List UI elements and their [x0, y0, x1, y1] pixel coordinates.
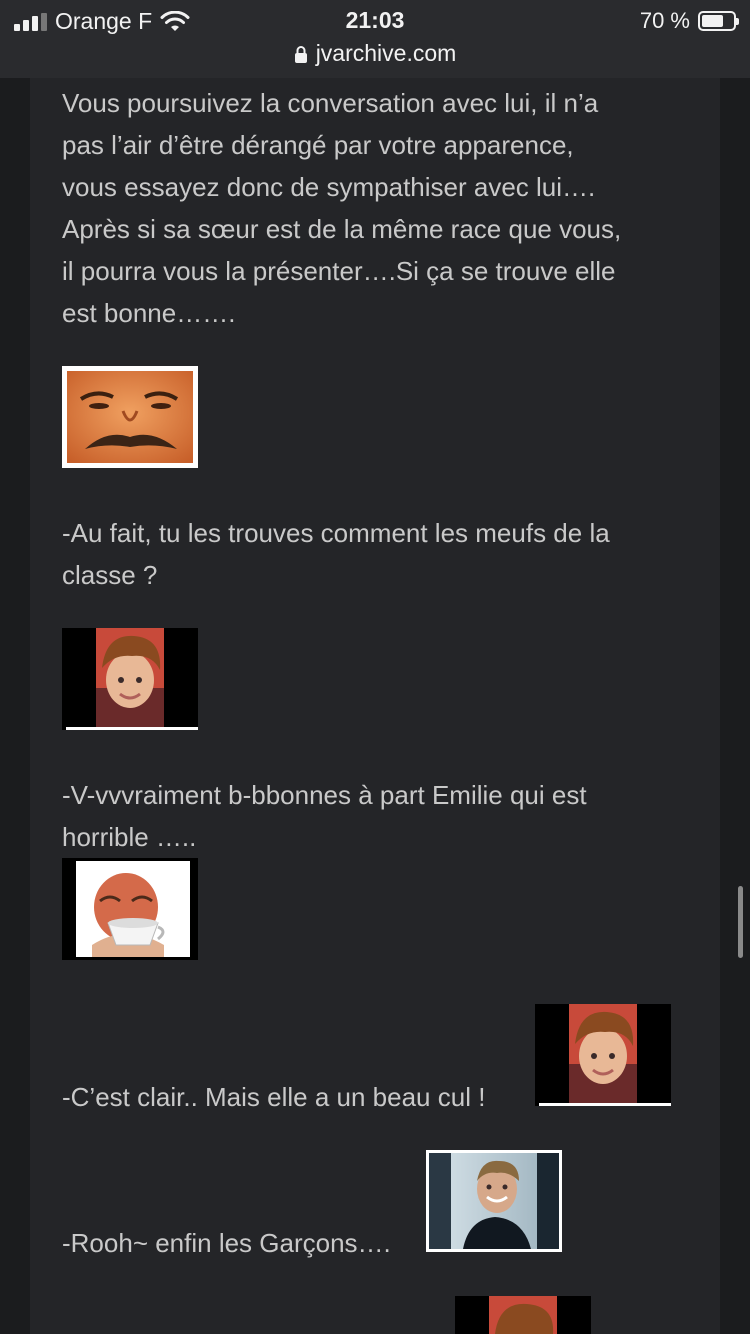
post-paragraph: Vous poursuivez la conversation avec lui…	[62, 82, 621, 334]
url-text: jvarchive.com	[315, 40, 457, 66]
dialogue-answer: -V-vvvraiment b-bbonnes à part Emilie qu…	[62, 774, 587, 858]
risitas-face-sticker[interactable]	[62, 366, 198, 468]
text-line: -Au fait, tu les trouves comment les meu…	[62, 518, 610, 548]
text-line: -C’est clair.. Mais elle a un beau cul !	[62, 1082, 486, 1112]
text-line: -Rooh~ enfin les Garçons….	[62, 1228, 391, 1258]
text-line: -V-vvvraiment b-bbonnes à part Emilie qu…	[62, 780, 587, 810]
battery-status: 70 %	[639, 8, 739, 34]
text-line: il pourra vous la présenter….Si ça se tr…	[62, 256, 616, 286]
battery-icon	[698, 11, 739, 31]
bieber-image	[455, 1296, 591, 1334]
lock-icon	[294, 45, 307, 63]
text-line: pas l’air d’être dérangé par votre appar…	[62, 130, 574, 160]
browser-page: Orange F 21:03 70 % jvarchive.com Vous p…	[0, 0, 750, 1334]
bieber-sticker[interactable]	[455, 1296, 591, 1334]
text-line: classe ?	[62, 560, 158, 590]
bieber-image	[535, 1004, 671, 1106]
text-line: Vous poursuivez la conversation avec lui…	[62, 88, 599, 118]
scrollbar[interactable]	[738, 886, 743, 958]
text-line: est bonne…….	[62, 298, 236, 328]
smiling-man-image	[429, 1153, 559, 1249]
dialogue-rooh: -Rooh~ enfin les Garçons….	[62, 1222, 391, 1264]
dialogue-question: -Au fait, tu les trouves comment les meu…	[62, 512, 610, 596]
risitas-face-image	[67, 371, 193, 463]
battery-level	[702, 15, 723, 27]
bieber-sticker[interactable]	[62, 628, 198, 730]
text-line: Après si sa sœur est de la même race que…	[62, 214, 622, 244]
battery-percent: 70 %	[639, 8, 690, 33]
address-bar[interactable]: jvarchive.com	[0, 40, 750, 67]
dialogue-clair: -C’est clair.. Mais elle a un beau cul !	[62, 1076, 485, 1118]
top-bar: Orange F 21:03 70 % jvarchive.com	[0, 0, 750, 78]
text-line: vous essayez donc de sympathiser avec lu…	[62, 172, 596, 202]
clock: 21:03	[345, 7, 405, 33]
risitas-tea-sticker[interactable]	[62, 858, 198, 960]
smiling-man-sticker[interactable]	[426, 1150, 562, 1252]
text-line: horrible …..	[62, 822, 197, 852]
bieber-sticker[interactable]	[535, 1004, 671, 1106]
bieber-image	[62, 628, 198, 730]
risitas-tea-image	[70, 861, 190, 957]
